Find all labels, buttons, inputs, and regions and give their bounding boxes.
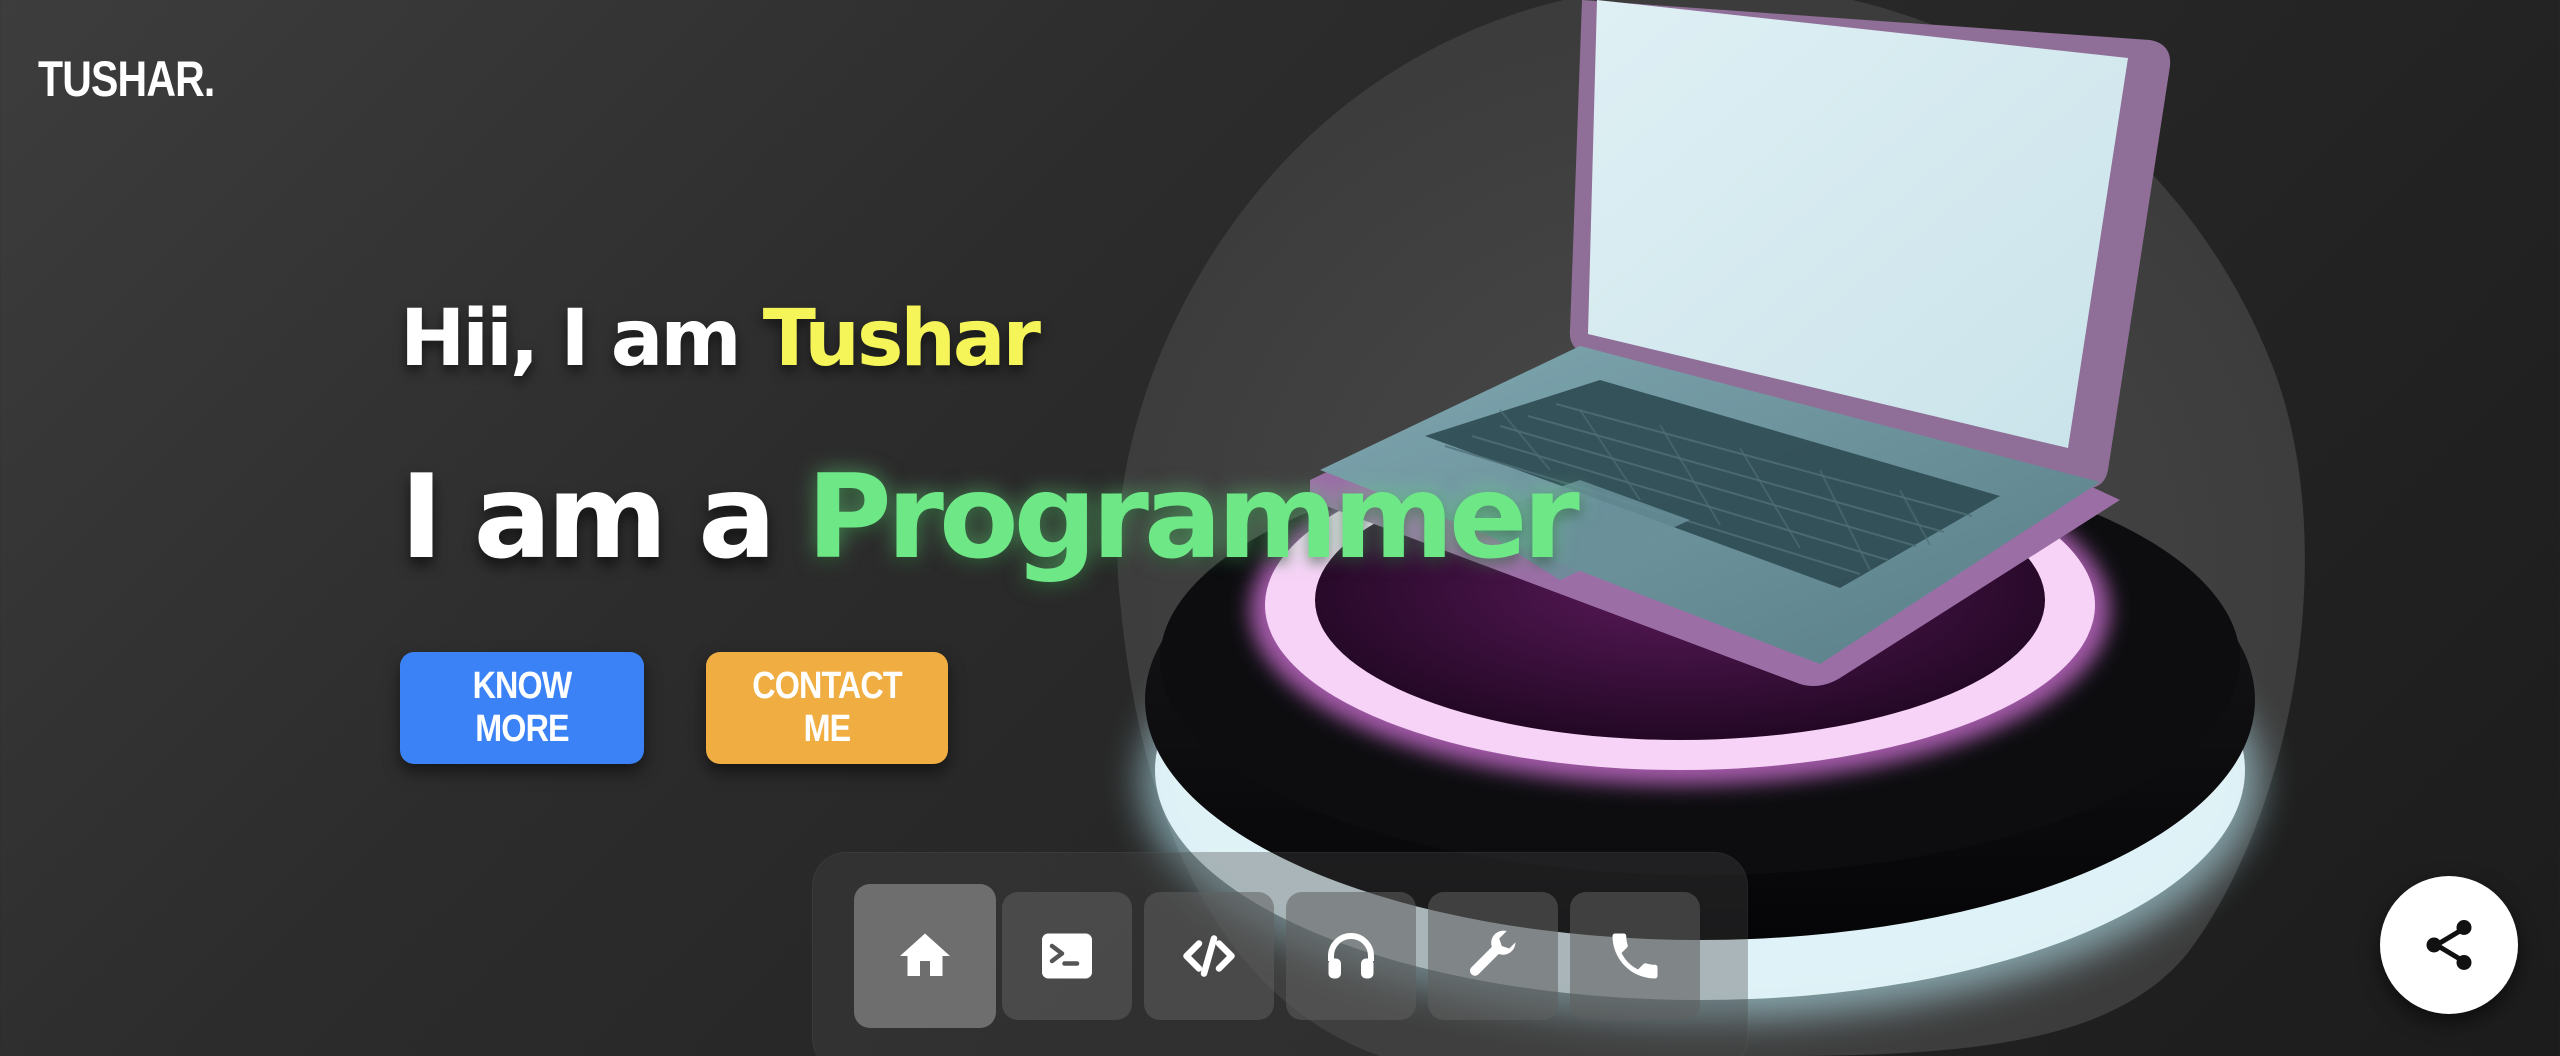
dock-terminal-button[interactable] (1002, 892, 1132, 1020)
contact-me-button[interactable]: CONTACT ME (706, 652, 948, 764)
share-button[interactable] (2380, 876, 2518, 1014)
hero-role-line: I am a Programmer (400, 460, 1580, 576)
hero-greeting: Hii, I am Tushar (400, 300, 1041, 378)
dock-phone-button[interactable] (1570, 892, 1700, 1020)
know-more-button[interactable]: KNOW MORE (400, 652, 644, 764)
hero-role: Programmer (806, 450, 1580, 585)
dock-headphones-button[interactable] (1286, 892, 1416, 1020)
code-icon (1183, 935, 1235, 977)
wrench-icon (1470, 930, 1516, 976)
headphones-icon (1328, 933, 1374, 979)
bottom-dock-nav (812, 852, 1748, 1056)
dock-wrench-button[interactable] (1428, 892, 1558, 1020)
brand-logo[interactable]: TUSHAR. (38, 50, 215, 108)
know-more-label: KNOW MORE (472, 665, 573, 750)
share-icon (2426, 920, 2472, 970)
dock-code-button[interactable] (1144, 892, 1274, 1020)
contact-me-label: CONTACT ME (752, 665, 902, 750)
hero-name: Tushar (762, 294, 1041, 384)
terminal-icon (1042, 933, 1092, 979)
hero-section: Hii, I am Tushar I am a Programmer KNOW … (400, 300, 1580, 764)
greeting-prefix: Hii, I am (400, 294, 763, 384)
home-icon (900, 933, 950, 976)
dock-home-button[interactable] (854, 884, 996, 1028)
role-prefix: I am a (400, 450, 807, 585)
phone-icon (1612, 933, 1658, 979)
